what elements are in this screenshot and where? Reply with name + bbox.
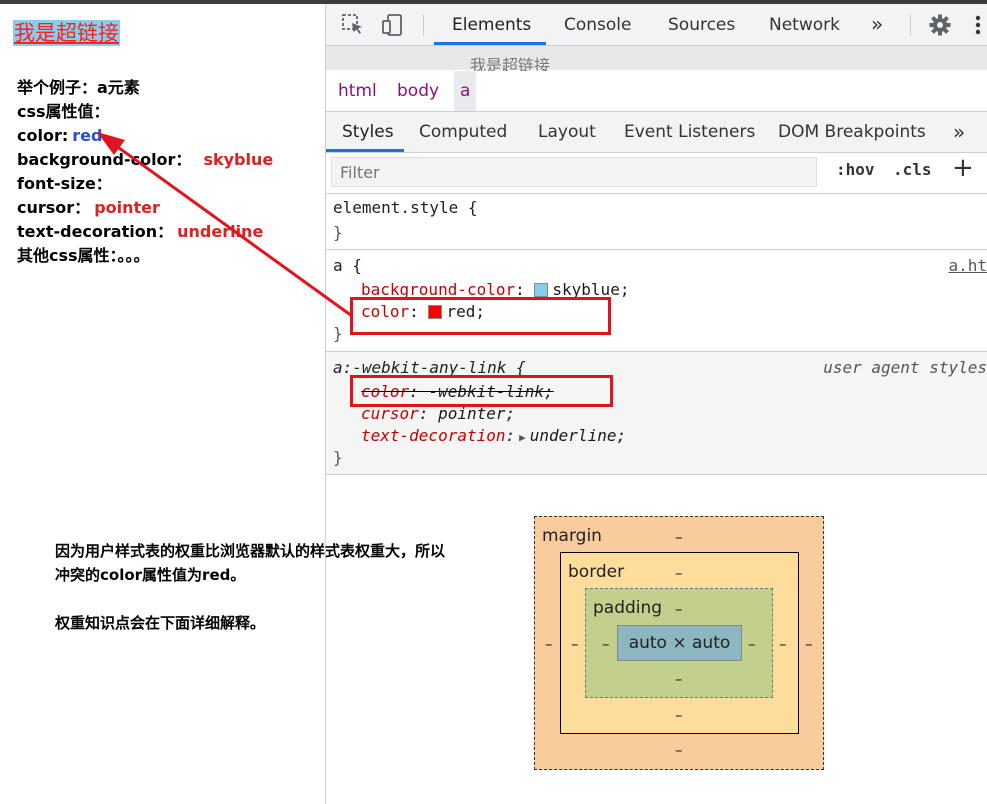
box-model-content[interactable]: auto × auto xyxy=(617,625,742,661)
margin-left-value[interactable]: – xyxy=(545,635,553,653)
box-model-border-label: border xyxy=(568,562,625,582)
padding-bottom-value[interactable]: – xyxy=(675,670,683,688)
border-top-value[interactable]: – xyxy=(675,564,683,582)
border-bottom-value[interactable]: – xyxy=(675,706,683,724)
margin-top-value[interactable]: – xyxy=(675,528,683,546)
padding-left-value[interactable]: – xyxy=(602,635,610,653)
box-model-margin-label: margin xyxy=(542,526,602,546)
margin-bottom-value[interactable]: – xyxy=(675,741,683,759)
explanation-note: 因为用户样式表的权重比浏览器默认的样式表权重大，所以 冲突的color属性值为r… xyxy=(55,542,446,632)
annotation-arrow xyxy=(97,132,353,318)
box-model-padding-label: padding xyxy=(593,598,663,618)
margin-right-value[interactable]: – xyxy=(805,635,813,653)
border-right-value[interactable]: – xyxy=(779,635,787,653)
padding-right-value[interactable]: – xyxy=(748,635,756,653)
padding-top-value[interactable]: – xyxy=(675,600,683,618)
border-left-value[interactable]: – xyxy=(571,635,579,653)
